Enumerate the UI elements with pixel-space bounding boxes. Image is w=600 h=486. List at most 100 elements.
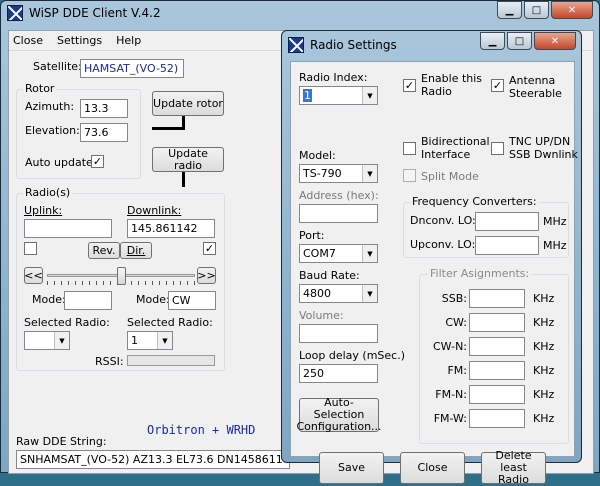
filter-unit-4: KHz — [533, 388, 555, 401]
selected-radio-right-value: 1 — [131, 334, 138, 347]
chevron-down-icon: ▼ — [362, 245, 377, 262]
model-combo[interactable]: TS-790 ▼ — [299, 164, 378, 183]
enable-radio-checkbox[interactable]: ✓ — [403, 79, 416, 92]
dialog-minimize-button[interactable]: ▁ — [480, 32, 505, 50]
delete-radio-button[interactable]: Delete least Radio — [481, 450, 546, 486]
filter-label-0: SSB: — [441, 292, 467, 305]
rev-button[interactable]: Rev. — [88, 242, 120, 259]
app-icon — [7, 5, 23, 21]
filter-field-4[interactable] — [469, 385, 525, 404]
selected-radio-right-combo[interactable]: 1 ▼ — [127, 331, 173, 350]
filter-unit-2: KHz — [533, 340, 555, 353]
slider-thumb[interactable] — [117, 267, 126, 285]
save-button[interactable]: Save — [319, 452, 384, 484]
next-button[interactable]: >> — [197, 267, 216, 284]
update-radio-button[interactable]: Update radio — [152, 147, 224, 172]
rssi-label: RSSI: — [95, 355, 124, 368]
radio-connector-line — [182, 172, 185, 187]
dialog-window-controls: ▁ □ ✕ — [480, 32, 576, 50]
loop-delay-label: Loop delay (mSec.) — [299, 349, 406, 362]
orbitron-text: Orbitron + WRHD — [147, 423, 256, 437]
bidirectional-checkbox[interactable] — [403, 142, 416, 155]
mode-left-field[interactable] — [64, 291, 112, 310]
elevation-field[interactable]: 73.6 — [80, 123, 128, 142]
maximize-icon: □ — [531, 4, 542, 16]
chevron-down-icon: ▼ — [362, 285, 377, 302]
close-window-button[interactable]: ✕ — [551, 1, 593, 19]
right-radio-checkbox[interactable]: ✓ — [203, 242, 216, 255]
antenna-steerable-checkbox[interactable]: ✓ — [491, 79, 504, 92]
close-button[interactable]: Close — [400, 452, 465, 484]
menu-settings[interactable]: Settings — [57, 34, 102, 47]
antenna-label-1: Antenna — [509, 74, 556, 87]
raw-dde-field[interactable]: SNHAMSAT_(VO-52) AZ13.3 EL73.6 DN1458611… — [16, 450, 290, 469]
mode-right-field[interactable]: CW — [168, 291, 216, 310]
port-combo[interactable]: COM7 ▼ — [299, 244, 378, 263]
main-title: WiSP DDE Client V.4.2 — [29, 6, 161, 20]
azimuth-field[interactable]: 13.3 — [80, 99, 128, 118]
mode-left-label: Mode: — [32, 293, 66, 306]
filter-field-3[interactable] — [469, 361, 525, 380]
filter-label-4: FM-N: — [435, 388, 467, 401]
radio-index-label: Radio Index: — [299, 71, 368, 84]
baud-combo[interactable]: 4800 ▼ — [299, 284, 378, 303]
split-mode-checkbox[interactable] — [403, 169, 416, 182]
filter-field-1[interactable] — [469, 313, 525, 332]
radio-settings-dialog: Radio Settings ▁ □ ✕ Radio Index: 1 ▼ ✓ … — [281, 30, 582, 486]
loop-delay-field[interactable]: 250 — [299, 364, 378, 383]
filter-field-2[interactable] — [469, 337, 525, 356]
dialog-title: Radio Settings — [310, 38, 397, 52]
maximize-button[interactable]: □ — [524, 1, 549, 19]
port-label: Port: — [299, 229, 325, 242]
filter-field-5[interactable] — [469, 409, 525, 428]
satellite-field[interactable]: HAMSAT_(VO-52) — [80, 59, 184, 78]
tnc-checkbox[interactable] — [491, 142, 504, 155]
minimize-button[interactable]: ▁ — [497, 1, 522, 19]
dnconv-field[interactable] — [475, 212, 539, 231]
auto-selection-button[interactable]: Auto-Selection Configuration... — [296, 396, 381, 433]
auto-update-checkbox[interactable]: ✓ — [91, 155, 104, 168]
downlink-field[interactable]: 145.861142 — [127, 219, 215, 238]
prev-button[interactable]: << — [24, 267, 43, 284]
dialog-maximize-button[interactable]: □ — [507, 32, 532, 50]
address-field[interactable] — [299, 204, 378, 223]
radio-index-combo[interactable]: 1 ▼ — [299, 86, 378, 105]
update-rotor-button[interactable]: Update rotor — [152, 91, 224, 116]
volume-field[interactable] — [299, 324, 378, 343]
uplink-field[interactable] — [24, 219, 112, 238]
dir-button[interactable]: Dir. — [120, 242, 152, 259]
split-mode-label: Split Mode — [421, 170, 479, 183]
delete-radio-label-2: Radio — [498, 473, 529, 486]
radios-group-label: Radio(s) — [23, 186, 73, 199]
main-window-controls: ▁ □ ✕ — [497, 1, 593, 19]
raw-dde-label: Raw DDE String: — [16, 435, 107, 448]
menu-close[interactable]: Close — [13, 34, 43, 47]
menu-help[interactable]: Help — [116, 34, 141, 47]
dialog-close-button[interactable]: ✕ — [534, 32, 576, 50]
bidir-label-1: Bidirectional — [421, 135, 490, 148]
filter-unit-0: KHz — [533, 292, 555, 305]
bidir-label-2: Interface — [421, 148, 471, 161]
upconv-label: Upconv. LO: — [410, 238, 476, 251]
address-label: Address (hex): — [299, 189, 379, 202]
baud-value: 4800 — [303, 287, 331, 300]
auto-selection-label-1: Auto-Selection — [313, 396, 365, 421]
rotor-group-label: Rotor — [23, 82, 57, 95]
baud-label: Baud Rate: — [299, 269, 360, 282]
enable-radio-label-2: Radio — [421, 85, 452, 98]
tnc-label-2: SSB Dwnlink — [509, 148, 578, 161]
model-value: TS-790 — [303, 167, 342, 180]
rotor-connector-foot — [152, 127, 185, 130]
filter-unit-1: KHz — [533, 316, 555, 329]
chevron-down-icon: ▼ — [157, 332, 172, 349]
filter-label-2: CW-N: — [432, 340, 467, 353]
selected-radio-left-combo[interactable]: ▼ — [24, 331, 70, 350]
selected-radio-right-label: Selected Radio: — [127, 316, 213, 329]
tuning-slider[interactable] — [47, 265, 195, 287]
filter-label-3: FM: — [447, 364, 467, 377]
mode-right-label: Mode: — [136, 293, 170, 306]
filter-field-0[interactable] — [469, 289, 525, 308]
left-radio-checkbox[interactable] — [24, 242, 37, 255]
upconv-field[interactable] — [475, 236, 539, 255]
dnconv-label: Dnconv. LO: — [410, 214, 476, 227]
